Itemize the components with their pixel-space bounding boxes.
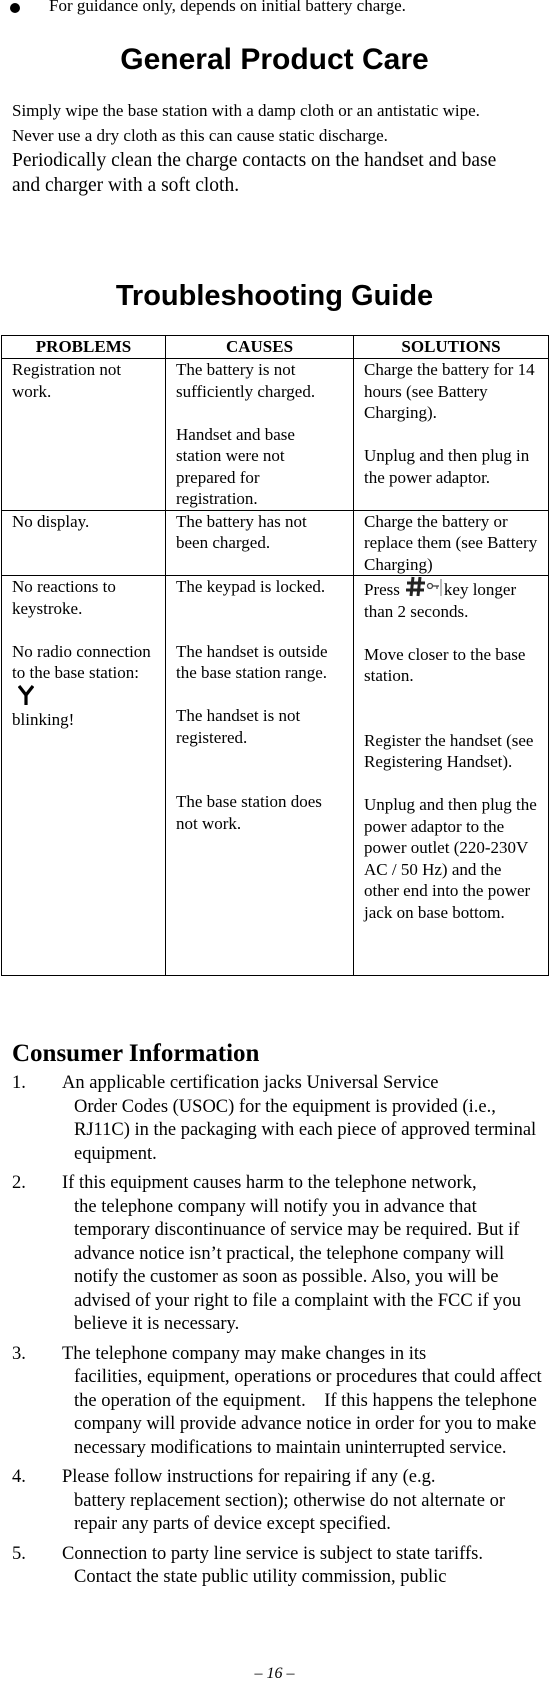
care-line: Never use a dry cloth as this can cause … — [12, 126, 388, 145]
page-number: – 16 – — [254, 1665, 295, 1682]
table-row: No reactions to keystroke. No radio conn… — [1, 575, 549, 976]
cause-text: The keypad is locked. — [176, 577, 326, 596]
product-care-body: Simply wipe the base station with a damp… — [12, 98, 548, 198]
header-solutions: SOLUTIONS — [353, 335, 549, 359]
header-causes: CAUSES — [165, 335, 354, 359]
guidance-text: For guidance only, depends on initial ba… — [49, 0, 406, 15]
problem-text: No reactions to keystroke. — [12, 577, 116, 618]
antenna-icon — [18, 684, 34, 705]
solution-cell: Charge the battery or replace them (see … — [353, 509, 549, 576]
problem-cell: Registration not work. — [1, 358, 166, 511]
list-item: 4. Please follow instructions for repair… — [12, 1466, 549, 1537]
cause-cell: The keypad is locked. The handset is out… — [165, 575, 354, 976]
item-number: 5. — [12, 1543, 26, 1564]
item-first-line: If this equipment causes harm to the tel… — [62, 1173, 477, 1193]
header-problems: PROBLEMS — [1, 335, 166, 359]
list-item: 5. Connection to party line service is s… — [12, 1543, 549, 1590]
solution-text-part: Press — [364, 580, 400, 599]
cause-text: The battery is not sufficiently charged. — [176, 360, 316, 401]
table-header-row: PROBLEMS CAUSES SOLUTIONS — [1, 335, 549, 359]
consumer-list: 1. An applicable certification jacks Uni… — [12, 1072, 549, 1590]
cause-text: The handset is outside the base station … — [176, 641, 328, 683]
cause-text: The handset is not registered. — [176, 706, 301, 747]
solution-text: Charge the battery or replace them (see … — [364, 511, 538, 574]
solution-text: Unplug and then plug in the power adapto… — [364, 446, 530, 487]
cause-cell: The battery has not been charged. — [165, 509, 354, 576]
solution-cell: Charge the battery for 14 hours (see Bat… — [353, 358, 549, 511]
item-text: Contact the state public utility commiss… — [74, 1567, 447, 1587]
item-text: facilities, equipment, operations or pro… — [74, 1367, 547, 1458]
cause-text: Handset and base station were not prepar… — [176, 424, 295, 509]
problem-cell: No display. — [1, 509, 166, 576]
product-care-heading: General Product Care — [120, 43, 429, 76]
list-item: 2. If this equipment causes harm to the … — [12, 1172, 549, 1337]
table-row: Registration not work. The battery is no… — [1, 358, 549, 511]
problem-text: blinking! — [12, 710, 75, 729]
solution-cell: Press key longer than 2 seconds. Move clo… — [353, 575, 549, 976]
item-first-line: An applicable certification jacks Univer… — [62, 1073, 439, 1093]
bullet-icon — [10, 3, 20, 13]
problem-text: Registration not work. — [12, 360, 122, 401]
solution-text: Unplug and then plug the power adaptor t… — [364, 795, 537, 922]
care-line: Periodically clean the charge contacts o… — [12, 150, 497, 171]
problem-text: No radio connection to the base station: — [12, 641, 155, 710]
solution-text: Press key longer than 2 seconds. — [364, 576, 538, 622]
item-number: 2. — [12, 1173, 26, 1193]
cause-cell: The battery is not sufficiently charged.… — [165, 358, 354, 511]
cause-text: The base station does not work. — [176, 792, 322, 833]
item-number: 3. — [12, 1343, 26, 1364]
troubleshooting-heading: Troubleshooting Guide — [115, 280, 434, 312]
item-text: battery replacement section); otherwise … — [74, 1490, 505, 1535]
problem-text-part: No radio connection to the base station: — [12, 641, 151, 683]
solution-text: Charge the battery for 14 hours (see Bat… — [364, 360, 535, 422]
item-first-line: Please follow instructions for repairing… — [62, 1467, 436, 1487]
item-text: Order Codes (USOC) for the equipment is … — [74, 1096, 537, 1164]
consumer-information: Consumer Information 1. An applicable ce… — [12, 1036, 549, 1596]
list-item: 3. The telephone company may make change… — [12, 1343, 549, 1461]
item-first-line: Connection to party line service is subj… — [62, 1543, 483, 1564]
cause-text: The battery has not been charged. — [176, 511, 307, 553]
list-item: 1. An applicable certification jacks Uni… — [12, 1072, 549, 1166]
item-first-line: The telephone company may make changes i… — [62, 1343, 427, 1364]
problem-cell: No reactions to keystroke. No radio conn… — [1, 575, 166, 976]
problem-text: No display. — [12, 511, 90, 531]
item-number: 4. — [12, 1467, 26, 1487]
item-number: 1. — [12, 1073, 26, 1093]
solution-text: Move closer to the base station. — [364, 644, 526, 686]
care-line: and charger with a soft cloth. — [12, 175, 240, 196]
care-line: Simply wipe the base station with a damp… — [12, 101, 480, 120]
solution-text: Register the handset (see Registering Ha… — [364, 730, 534, 772]
consumer-heading: Consumer Information — [12, 1040, 260, 1067]
table-row: No display. The battery has not been cha… — [1, 509, 549, 576]
hash-key-lock-icon — [405, 576, 442, 597]
item-text: the telephone company will notify you in… — [74, 1196, 522, 1335]
troubleshooting-table: PROBLEMS CAUSES SOLUTIONS Registration n… — [1, 335, 549, 976]
